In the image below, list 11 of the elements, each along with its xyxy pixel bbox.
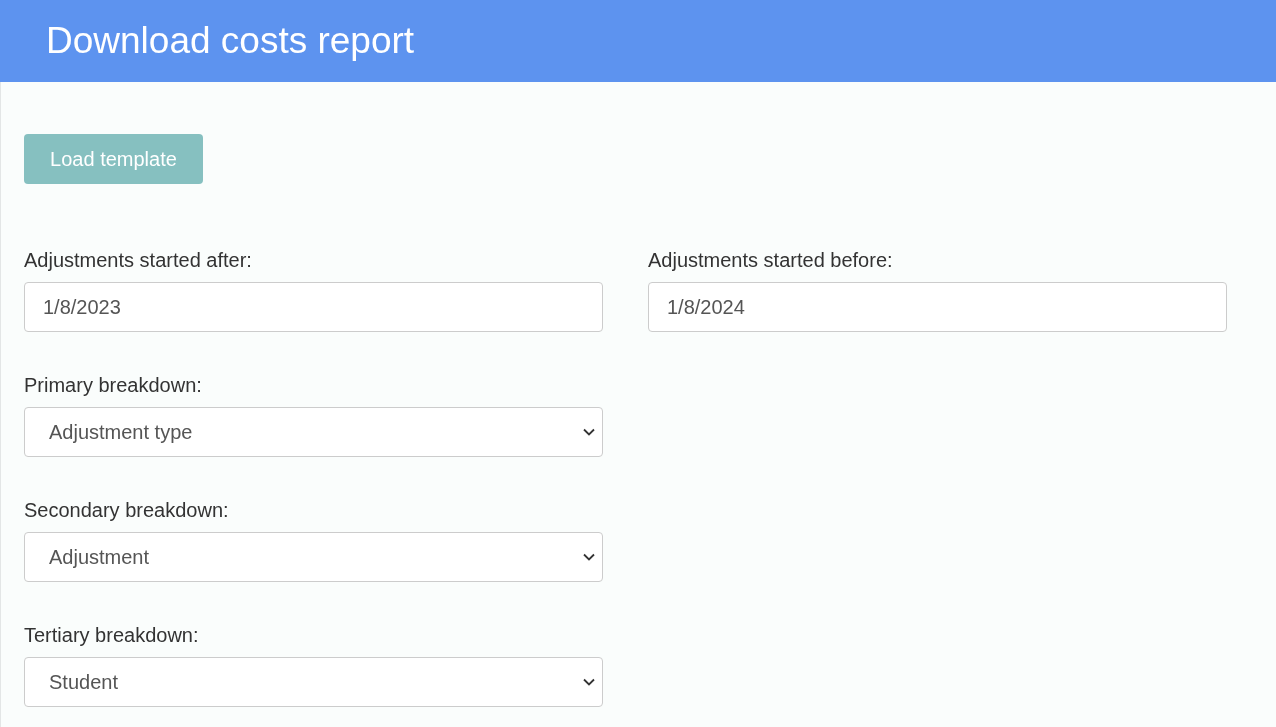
breakdown-dropdown[interactable]: Adjustment — [24, 532, 603, 582]
field-label: Tertiary breakdown: — [24, 623, 200, 648]
breakdown-dropdown[interactable]: Student — [24, 657, 603, 707]
field-label: Adjustments started after: — [24, 248, 253, 273]
field-label: Adjustments started before: — [648, 248, 894, 273]
field-label: Secondary breakdown: — [24, 498, 230, 523]
breakdown-dropdown[interactable]: Adjustment type — [24, 407, 603, 457]
field-label: Primary breakdown: — [24, 373, 203, 398]
date-input-field[interactable]: 1/8/2024 — [648, 282, 1227, 332]
date-input-field[interactable]: 1/8/2023 — [24, 282, 603, 332]
page-title: Download costs report — [46, 20, 415, 62]
